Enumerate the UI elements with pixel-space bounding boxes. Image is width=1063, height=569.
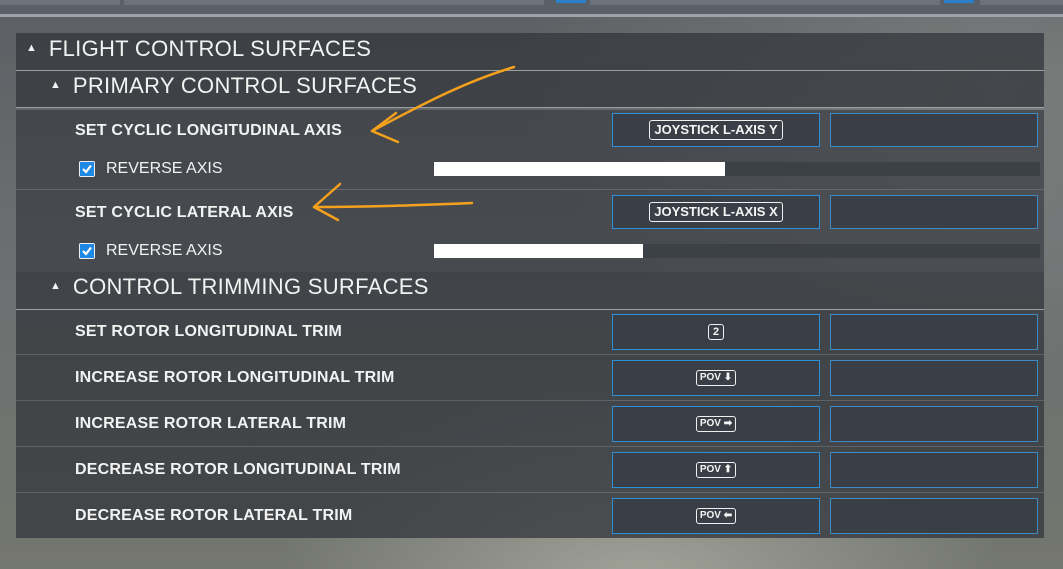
annotation-overlay [312, 65, 516, 222]
annotation-arrow-icon [370, 65, 516, 144]
annotation-arrow-icon [312, 182, 474, 222]
